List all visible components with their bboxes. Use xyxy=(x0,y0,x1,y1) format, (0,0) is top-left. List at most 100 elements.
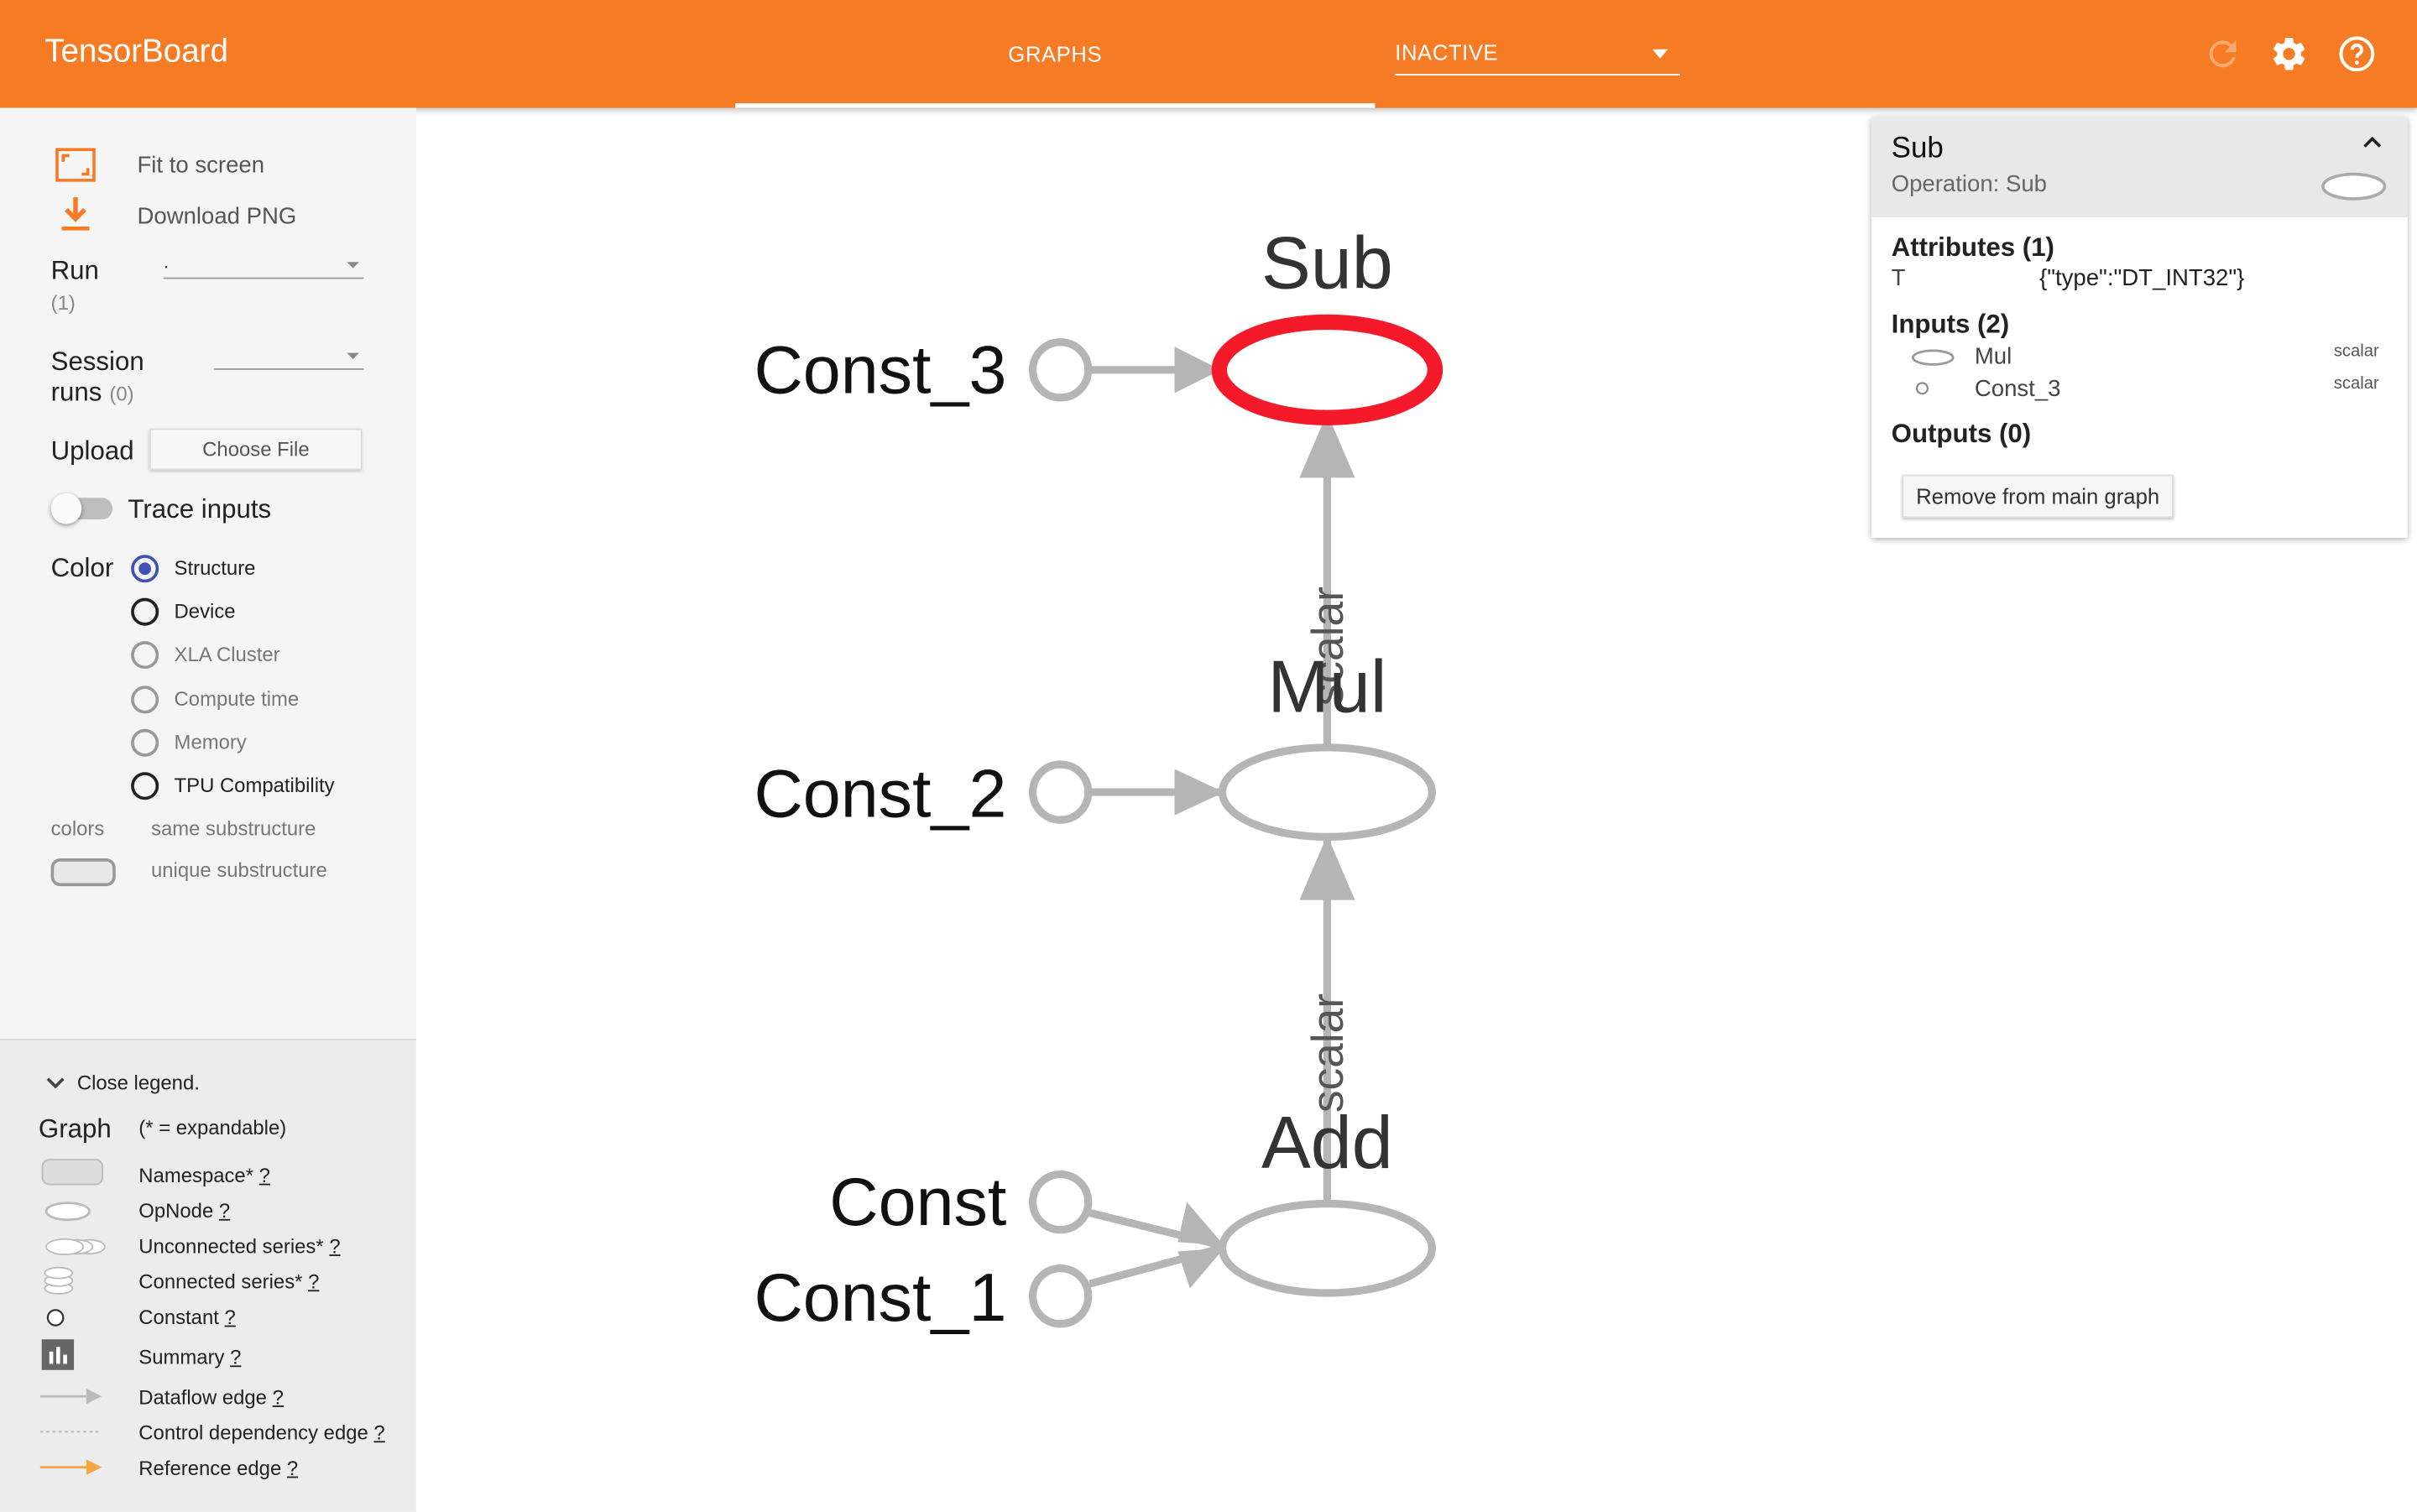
input-shape-const-3: scalar xyxy=(2333,374,2379,394)
fit-to-screen-icon[interactable] xyxy=(55,148,96,182)
opnode-icon xyxy=(2321,172,2387,201)
radio-label-memory: Memory xyxy=(174,730,247,754)
input-name-const-3[interactable]: Const_3 xyxy=(1975,376,2061,402)
remove-from-main-graph-button[interactable]: Remove from main graph xyxy=(1902,474,2174,519)
edge-label-add-mul: scalar xyxy=(1303,993,1353,1113)
radio-label-tpu-compatibility: TPU Compatibility xyxy=(174,774,335,797)
node-label-const: Const xyxy=(829,1165,1006,1240)
colors-label: colors xyxy=(50,816,105,841)
input-shape-mul: scalar xyxy=(2333,342,2379,361)
help-icon[interactable] xyxy=(2336,34,2377,74)
run-label: Run xyxy=(50,255,99,285)
chevron-up-icon[interactable] xyxy=(2362,134,2383,149)
session-runs-label: Session xyxy=(50,347,144,377)
reference-edge-legend-icon xyxy=(39,1459,102,1475)
legend-graph-title: Graph xyxy=(38,1113,112,1144)
input-name-mul[interactable]: Mul xyxy=(1975,344,2012,370)
connected-series-legend-icon xyxy=(44,1266,74,1295)
choose-file-button[interactable]: Choose File xyxy=(149,428,363,471)
arrowhead xyxy=(1174,769,1224,816)
legend-connected-series: Connected series* ? xyxy=(138,1270,320,1294)
legend-dataflow-edge: Dataflow edge ? xyxy=(138,1385,284,1409)
top-bar: TensorBoard GRAPHS INACTIVE xyxy=(0,0,2417,108)
session-runs-dropdown[interactable] xyxy=(214,347,364,370)
legend-constant: Constant ? xyxy=(138,1305,236,1329)
node-const-2[interactable] xyxy=(1029,760,1093,824)
dataflow-edge-legend-icon xyxy=(39,1388,102,1405)
radio-tpu-compatibility[interactable] xyxy=(131,772,159,800)
run-selector-dropdown[interactable]: INACTIVE xyxy=(1395,39,1681,76)
radio-label-structure: Structure xyxy=(174,556,256,580)
trace-inputs-label: Trace inputs xyxy=(128,494,272,524)
radio-device[interactable] xyxy=(131,597,159,626)
gear-icon[interactable] xyxy=(2269,34,2310,74)
arrowhead xyxy=(1177,1202,1224,1246)
node-const-3[interactable] xyxy=(1029,338,1093,402)
session-runs-count: (0) xyxy=(109,382,134,406)
node-label-const-3: Const_3 xyxy=(754,332,1006,408)
download-icon[interactable] xyxy=(59,196,92,232)
legend-unconnected-series: Unconnected series* ? xyxy=(138,1234,341,1258)
legend-reference-edge: Reference edge ? xyxy=(138,1456,299,1480)
radio-structure[interactable] xyxy=(131,555,159,583)
legend-summary: Summary ? xyxy=(138,1345,242,1369)
unconnected-series-legend-icon xyxy=(45,1238,106,1256)
node-label-add: Add xyxy=(1261,1101,1393,1184)
arrowhead xyxy=(1177,1248,1224,1289)
legend-opnode: OpNode ? xyxy=(138,1198,231,1223)
fit-to-screen-button[interactable]: Fit to screen xyxy=(137,153,264,179)
namespace-legend-icon xyxy=(41,1159,104,1186)
radio-compute-time[interactable] xyxy=(131,686,159,714)
opnode-icon xyxy=(1912,349,1955,366)
chevron-down-icon[interactable] xyxy=(46,1076,65,1091)
inputs-header: Inputs (2) xyxy=(1891,310,2010,340)
opnode-legend-icon xyxy=(44,1202,91,1222)
tab-graphs-label: GRAPHS xyxy=(1008,41,1103,66)
node-label-sub: Sub xyxy=(1261,221,1393,304)
unique-substructure-label: unique substructure xyxy=(151,858,327,882)
node-label-mul: Mul xyxy=(1267,645,1386,728)
radio-label-xla-cluster: XLA Cluster xyxy=(174,642,280,666)
radio-memory[interactable] xyxy=(131,728,159,757)
unique-substructure-swatch xyxy=(50,858,116,887)
outputs-header: Outputs (0) xyxy=(1891,419,2032,449)
info-card-operation: Operation: Sub xyxy=(1891,170,2048,198)
legend-expandable-note: (* = expandable) xyxy=(138,1115,287,1139)
arrowhead xyxy=(1299,835,1355,900)
reload-icon[interactable] xyxy=(2203,34,2243,74)
same-substructure-label: same substructure xyxy=(151,816,316,841)
radio-xla-cluster[interactable] xyxy=(131,641,159,670)
node-add[interactable] xyxy=(1218,1199,1436,1297)
constant-legend-icon xyxy=(46,1309,65,1327)
color-label: Color xyxy=(50,553,114,583)
run-count: (1) xyxy=(50,291,76,315)
node-sub[interactable] xyxy=(1211,314,1443,425)
node-mul[interactable] xyxy=(1218,743,1436,841)
node-const-1[interactable] xyxy=(1029,1264,1093,1328)
close-legend-button[interactable]: Close legend. xyxy=(77,1071,200,1095)
node-label-const-1: Const_1 xyxy=(754,1260,1006,1336)
upload-label: Upload xyxy=(50,435,134,466)
info-card-title: Sub xyxy=(1891,132,1944,165)
run-dropdown-value: . xyxy=(163,249,170,274)
tab-graphs[interactable]: GRAPHS xyxy=(735,0,1376,108)
app-title: TensorBoard xyxy=(44,34,228,70)
run-dropdown[interactable]: . xyxy=(163,250,364,279)
chevron-down-icon xyxy=(347,352,359,359)
legend-namespace: Namespace* ? xyxy=(138,1163,270,1187)
trace-inputs-toggle[interactable] xyxy=(50,493,113,524)
legend-control-dependency-edge: Control dependency edge ? xyxy=(138,1421,385,1445)
run-selector-value: INACTIVE xyxy=(1395,39,1499,65)
session-runs-label-2: runs xyxy=(50,378,102,407)
download-png-button[interactable]: Download PNG xyxy=(137,203,296,229)
radio-label-device: Device xyxy=(174,599,236,623)
chevron-down-icon xyxy=(1652,49,1668,59)
node-info-card: Sub Operation: Sub Attributes (1) T {"ty… xyxy=(1871,117,2408,539)
attributes-header: Attributes (1) xyxy=(1891,232,2054,263)
node-label-const-2: Const_2 xyxy=(754,756,1006,832)
constant-icon xyxy=(1915,382,1929,395)
node-const[interactable] xyxy=(1029,1170,1093,1234)
radio-label-compute-time: Compute time xyxy=(174,687,300,711)
attribute-key: T xyxy=(1891,264,1906,292)
attribute-value: {"type":"DT_INT32"} xyxy=(2039,264,2245,292)
